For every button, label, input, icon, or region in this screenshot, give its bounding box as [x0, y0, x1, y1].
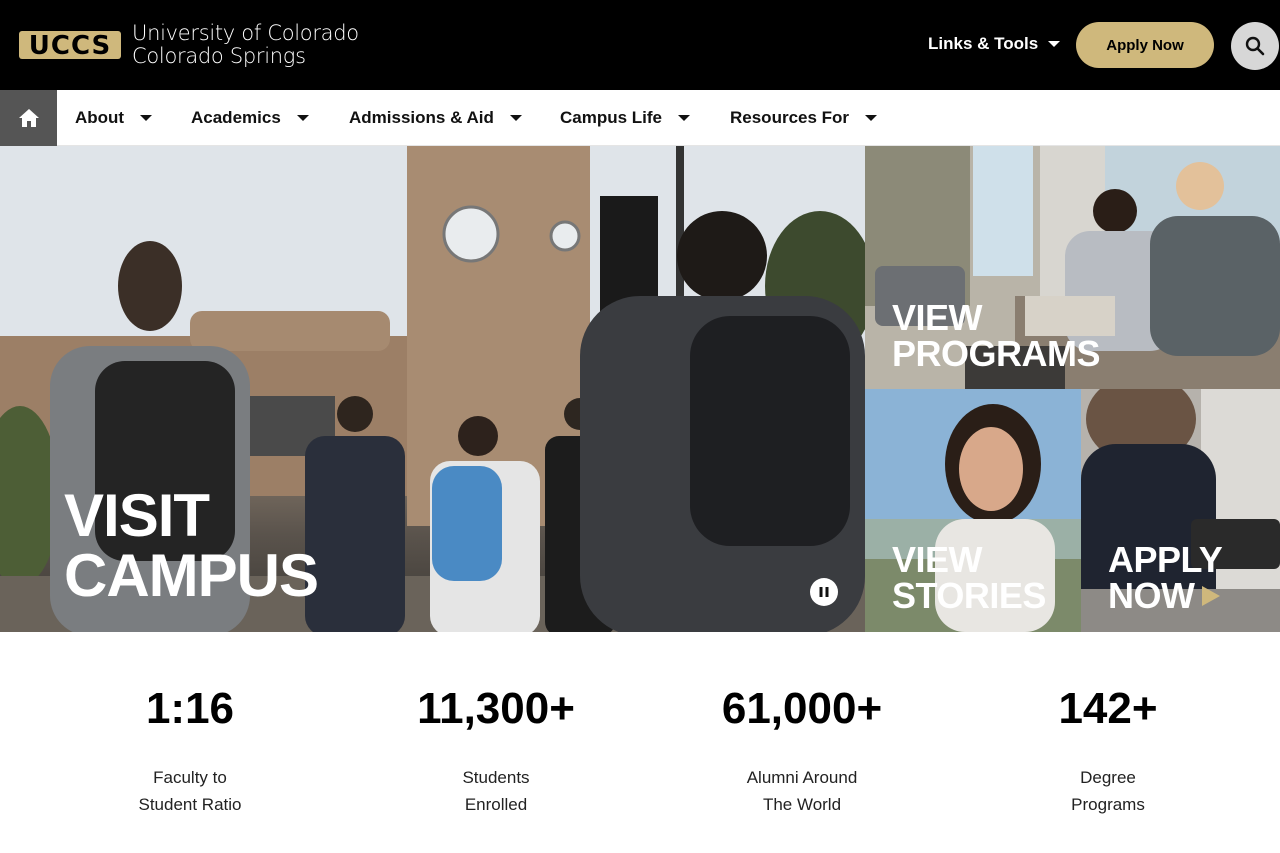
hero-title: VISIT CAMPUS [64, 482, 319, 609]
uccs-logo[interactable]: UCCS University of Colorado Colorado Spr… [18, 22, 359, 68]
stat-label: Students Enrolled [346, 764, 646, 818]
nav-item-academics[interactable]: Academics [191, 90, 309, 146]
view-stories-tile[interactable]: VIEW STORIES [865, 389, 1081, 632]
view-programs-line-1: VIEW [892, 297, 983, 338]
apply-now-tile[interactable]: APPLY NOW [1081, 389, 1280, 632]
stat-label-line-2: Programs [1071, 795, 1145, 814]
stat-label-line-2: Enrolled [464, 795, 528, 814]
stat-label-line-1: Alumni Around [746, 768, 858, 787]
stat-label-line-1: Degree [1080, 768, 1136, 787]
view-programs-line-2: PROGRAMS [892, 333, 1101, 374]
nav-item-label: Academics [191, 108, 281, 127]
chevron-down-icon [140, 115, 153, 121]
nav-item-label: Resources For [730, 108, 850, 127]
nav-item-label: Campus Life [560, 108, 663, 127]
nav-item-about[interactable]: About [75, 90, 153, 146]
stat-label-line-1: Faculty to [153, 768, 227, 787]
hero-visit-campus[interactable]: VISIT CAMPUS [0, 146, 865, 632]
view-stories-label: VIEW STORIES [892, 542, 1046, 614]
stat-label-line-2: The World [762, 795, 842, 814]
hero-title-line-2: CAMPUS [64, 542, 319, 609]
search-icon [1245, 36, 1265, 56]
nav-item-admissions-aid[interactable]: Admissions & Aid [349, 90, 522, 146]
links-tools-dropdown[interactable]: Links & Tools [928, 34, 1061, 54]
apply-now-label: APPLY NOW [1108, 539, 1223, 614]
nav-item-resources-for[interactable]: Resources For [730, 90, 878, 146]
play-arrow-icon [1202, 586, 1221, 606]
stat-students-enrolled: 11,300+ Students Enrolled [346, 684, 646, 818]
chevron-down-icon [509, 115, 522, 121]
apply-now-line-2: NOW [1108, 575, 1195, 616]
links-tools-label: Links & Tools [928, 34, 1039, 53]
nav-item-label: About [75, 108, 125, 127]
view-stories-line-2: STORIES [892, 575, 1046, 616]
stat-degree-programs: 142+ Degree Programs [958, 684, 1258, 818]
nav-item-label: Admissions & Aid [349, 108, 494, 127]
stat-label: Degree Programs [958, 764, 1258, 818]
svg-text:UCCS: UCCS [29, 31, 111, 61]
stat-value: 1:16 [145, 684, 235, 733]
stat-label-line-1: Students [462, 768, 530, 787]
chevron-down-icon [678, 115, 691, 121]
stat-label: Alumni Around The World [652, 764, 952, 818]
apply-now-line-1: APPLY [1108, 539, 1223, 580]
stat-label-line-2: Student Ratio [138, 795, 242, 814]
logo-line-1: University of Colorado [132, 21, 359, 45]
apply-now-button[interactable]: Apply Now [1076, 22, 1214, 68]
chevron-down-icon [1048, 41, 1061, 47]
university-name: University of Colorado Colorado Springs [132, 22, 359, 68]
stat-value: 61,000+ [721, 684, 883, 733]
main-nav: About Academics Admissions & Aid Campus … [0, 90, 1280, 146]
nav-item-campus-life[interactable]: Campus Life [560, 90, 691, 146]
pause-button[interactable] [810, 578, 838, 606]
home-icon [18, 109, 39, 127]
stat-value: 11,300+ [417, 684, 575, 733]
pause-icon [819, 587, 829, 597]
apply-now-line-2-wrap: NOW [1108, 578, 1222, 614]
view-programs-label: VIEW PROGRAMS [892, 297, 1101, 374]
view-stories-line-1: VIEW [892, 539, 983, 580]
chevron-down-icon [865, 115, 878, 121]
uccs-logo-mark: UCCS [19, 31, 121, 61]
stat-value: 142+ [1058, 684, 1158, 733]
chevron-down-icon [296, 115, 309, 121]
stat-label: Faculty to Student Ratio [40, 764, 340, 818]
hero-title-line-1: VISIT [64, 482, 210, 549]
stat-faculty-ratio: 1:16 Faculty to Student Ratio [40, 684, 340, 818]
home-button[interactable] [0, 90, 57, 146]
stat-alumni: 61,000+ Alumni Around The World [652, 684, 952, 818]
view-programs-tile[interactable]: VIEW PROGRAMS [865, 146, 1280, 389]
site-header: UCCS University of Colorado Colorado Spr… [0, 0, 1280, 90]
search-button[interactable] [1231, 22, 1279, 70]
logo-line-2: Colorado Springs [132, 44, 306, 68]
